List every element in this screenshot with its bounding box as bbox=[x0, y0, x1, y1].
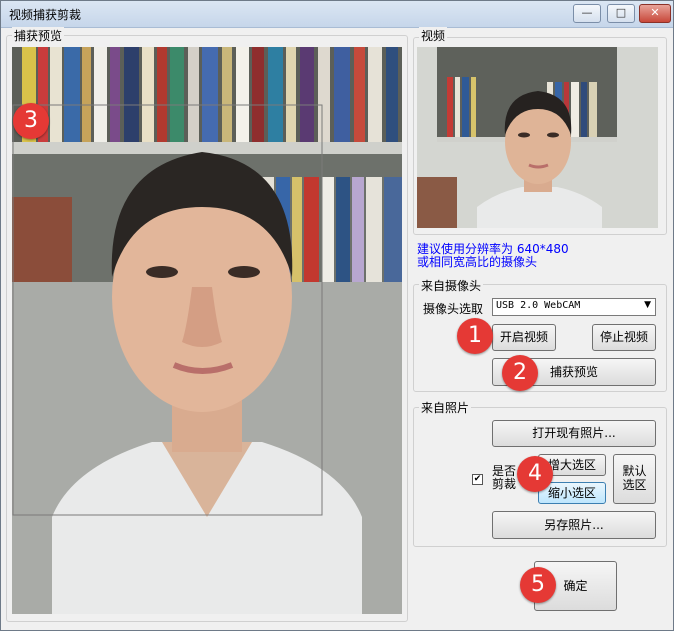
default-selection-line1: 默认 bbox=[622, 464, 647, 478]
close-button[interactable]: ✕ bbox=[639, 4, 671, 23]
start-video-button[interactable]: 开启视频 bbox=[492, 324, 556, 351]
title-bar: 视频捕获剪裁 — □ ✕ bbox=[1, 1, 673, 28]
chevron-down-icon: ▼ bbox=[644, 300, 651, 310]
crop-checkbox-label-line2: 剪裁 bbox=[492, 477, 517, 491]
default-selection-button[interactable]: 默认 选区 bbox=[613, 454, 656, 504]
capture-preview-label: 捕获预览 bbox=[12, 27, 65, 44]
annotation-badge-1: 1 bbox=[457, 318, 493, 354]
default-selection-line2: 选区 bbox=[622, 478, 647, 492]
stop-video-button[interactable]: 停止视频 bbox=[592, 324, 656, 351]
crop-checkbox-label: 是否 剪裁 bbox=[492, 465, 516, 491]
resolution-hint-line2: 或相同宽高比的摄像头 bbox=[417, 255, 538, 269]
annotation-badge-5: 5 bbox=[520, 567, 556, 603]
captured-photo bbox=[12, 47, 402, 614]
maximize-button[interactable]: □ bbox=[607, 4, 635, 23]
annotation-badge-2: 2 bbox=[502, 355, 538, 391]
minimize-button[interactable]: — bbox=[573, 4, 601, 23]
camera-group-label: 来自摄像头 bbox=[419, 277, 484, 294]
book-spines-top bbox=[22, 47, 398, 142]
photo-group-label: 来自照片 bbox=[419, 399, 472, 416]
live-video-frame bbox=[417, 47, 658, 228]
open-photo-button[interactable]: 打开现有照片... bbox=[492, 420, 656, 447]
window-title: 视频捕获剪裁 bbox=[9, 8, 82, 22]
crop-checkbox[interactable]: ✔ bbox=[472, 474, 483, 485]
annotation-badge-3: 3 bbox=[13, 103, 49, 139]
camera-select-value: USB 2.0 WebCAM bbox=[496, 300, 581, 311]
camera-select-label: 摄像头选取 bbox=[423, 302, 484, 316]
video-feed bbox=[417, 47, 658, 228]
save-photo-button[interactable]: 另存照片... bbox=[492, 511, 656, 539]
annotation-badge-4: 4 bbox=[517, 456, 553, 492]
main-window: 视频捕获剪裁 — □ ✕ 捕获预览 视频 建议使用分辨率为 640*480 或相… bbox=[0, 0, 674, 631]
resolution-hint: 建议使用分辨率为 640*480 或相同宽高比的摄像头 bbox=[417, 243, 569, 269]
camera-select[interactable]: USB 2.0 WebCAM ▼ bbox=[492, 298, 656, 316]
capture-preview-image bbox=[12, 47, 402, 614]
video-group-label: 视频 bbox=[419, 27, 448, 44]
